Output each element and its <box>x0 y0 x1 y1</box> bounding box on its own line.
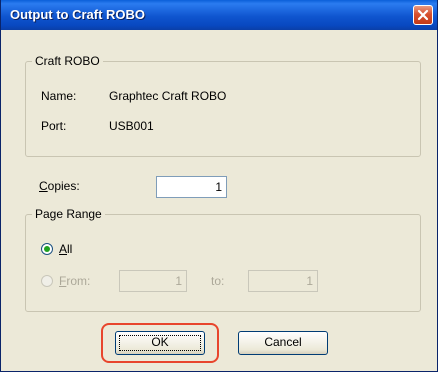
to-label: to: <box>211 274 225 288</box>
all-radio[interactable] <box>41 243 53 255</box>
from-radio-label[interactable]: From: <box>59 274 90 288</box>
cancel-button[interactable]: Cancel <box>238 331 328 355</box>
name-value: Graphtec Craft ROBO <box>109 89 227 103</box>
port-label: Port: <box>41 119 67 133</box>
radio-selected-dot <box>44 246 50 252</box>
page-range-label: Page Range <box>32 207 105 221</box>
copies-label-rest: opies: <box>47 179 80 193</box>
name-label: Name: <box>41 89 77 103</box>
device-group-label: Craft ROBO <box>32 54 103 68</box>
from-radio[interactable] <box>41 275 53 287</box>
copies-input[interactable]: 1 <box>156 176 227 198</box>
copies-label: Copies: <box>39 179 80 193</box>
cancel-button-label: Cancel <box>264 335 302 349</box>
to-input[interactable]: 1 <box>248 270 318 292</box>
ok-button[interactable]: OK <box>115 331 205 355</box>
output-dialog: Output to Craft ROBO Craft ROBO Name: Gr… <box>0 0 438 372</box>
ok-focus-rect <box>119 335 201 351</box>
page-range-group: Page Range <box>25 207 421 312</box>
from-radio-label-rest: rom: <box>66 274 91 288</box>
close-icon <box>417 9 429 21</box>
dialog-title: Output to Craft ROBO <box>10 7 146 22</box>
port-value: USB001 <box>109 119 154 133</box>
device-group: Craft ROBO <box>25 54 421 157</box>
close-button[interactable] <box>413 5 433 25</box>
title-bar[interactable]: Output to Craft ROBO <box>1 0 437 30</box>
all-radio-label-rest: ll <box>67 242 73 256</box>
all-radio-label[interactable]: All <box>59 242 72 256</box>
from-input[interactable]: 1 <box>119 270 187 292</box>
